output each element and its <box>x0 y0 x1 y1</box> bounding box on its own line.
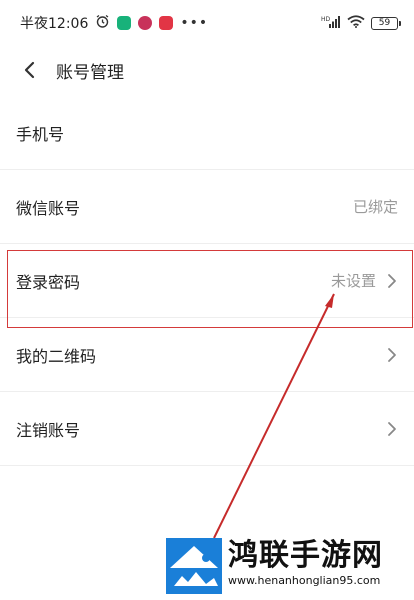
row-label: 手机号 <box>16 124 65 144</box>
app-notification-icon <box>138 16 153 30</box>
row-label: 注销账号 <box>16 420 81 440</box>
status-bar: 半夜12:06 ••• HD 59 <box>0 0 414 46</box>
row-cancel-account[interactable]: 注销账号 <box>0 392 414 466</box>
wifi-icon <box>347 14 365 32</box>
more-notifications-icon: ••• <box>180 15 209 31</box>
network-type-label: HD <box>321 16 331 23</box>
status-right: HD 59 <box>321 14 401 32</box>
chevron-right-icon <box>388 347 396 362</box>
row-label: 登录密码 <box>16 272 81 292</box>
settings-list: 手机号 微信账号 已绑定 登录密码 未设置 我的二维码 注销账号 <box>0 96 414 466</box>
row-label: 微信账号 <box>16 198 81 218</box>
watermark-logo <box>166 538 222 594</box>
row-value: 未设置 <box>330 272 376 290</box>
row-my-qr-code[interactable]: 我的二维码 <box>0 318 414 392</box>
row-label: 我的二维码 <box>16 346 97 366</box>
status-time: 半夜12:06 <box>20 16 89 32</box>
signal-icon: HD <box>321 15 341 32</box>
alarm-icon <box>95 14 110 33</box>
row-wechat-account[interactable]: 微信账号 已绑定 <box>0 170 414 244</box>
nav-bar: 账号管理 <box>0 46 414 94</box>
watermark-title: 鸿联手游网 <box>228 538 383 573</box>
watermark: 鸿联手游网 www.henanhonglian95.com <box>166 538 408 596</box>
chevron-right-icon <box>388 421 396 436</box>
row-login-password[interactable]: 登录密码 未设置 <box>0 244 414 318</box>
row-value: 已绑定 <box>352 198 398 216</box>
row-phone-number[interactable]: 手机号 <box>0 96 414 170</box>
watermark-url: www.henanhonglian95.com <box>228 574 381 587</box>
back-button[interactable] <box>16 57 42 83</box>
back-arrow-icon <box>24 61 35 79</box>
app-notification-icon <box>159 16 174 30</box>
app-notification-icon <box>117 16 132 30</box>
page-title: 账号管理 <box>56 62 124 83</box>
battery-icon: 59 <box>371 16 401 30</box>
chevron-right-icon <box>388 273 396 288</box>
status-left: 半夜12:06 ••• <box>20 13 208 33</box>
